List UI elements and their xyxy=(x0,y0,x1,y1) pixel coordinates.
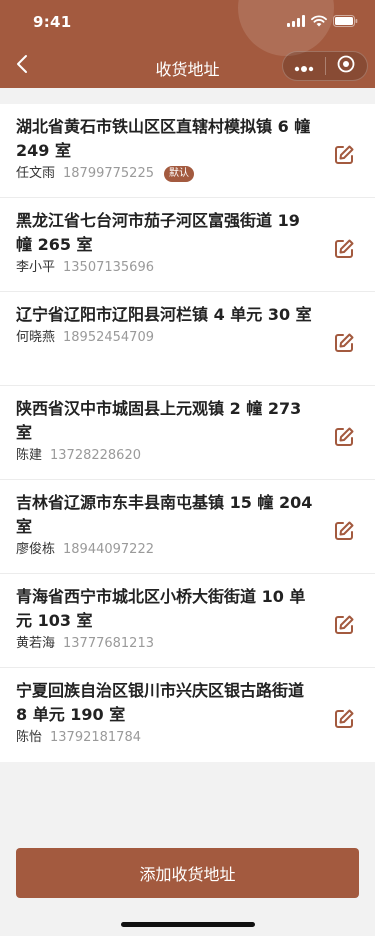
edit-icon xyxy=(333,709,355,734)
edit-icon xyxy=(333,615,355,640)
contact-info: 何晓燕 18952454709 xyxy=(16,330,315,346)
edit-icon xyxy=(333,427,355,452)
address-item[interactable]: 宁夏回族自治区银川市兴庆区银古路街道 8 单元 190 室 陈怡 1379218… xyxy=(0,668,375,762)
target-circle-icon xyxy=(337,55,355,77)
edit-icon xyxy=(333,333,355,358)
address-text: 青海省西宁市城北区小桥大街街道 10 单元 103 室 xyxy=(16,587,306,630)
contact-info: 陈建 13728228620 xyxy=(16,448,315,464)
contact-name: 廖俊栋 xyxy=(16,542,56,557)
contact-phone: 13777681213 xyxy=(63,636,154,651)
status-time: 9:41 xyxy=(33,13,72,31)
more-dots-icon xyxy=(294,57,314,76)
contact-info: 黄若海 13777681213 xyxy=(16,636,315,652)
status-icons xyxy=(287,14,358,27)
edit-address-button[interactable] xyxy=(333,238,355,260)
close-miniprogram-button[interactable] xyxy=(326,52,368,80)
nav-bar: 收货地址 xyxy=(0,44,375,88)
contact-info: 陈怡 13792181784 xyxy=(16,730,315,746)
edit-icon xyxy=(333,239,355,264)
home-indicator xyxy=(121,922,255,927)
contact-phone: 13507135696 xyxy=(63,260,154,275)
address-item[interactable]: 陕西省汉中市城固县上元观镇 2 幢 273 室 陈建 13728228620 xyxy=(0,386,375,480)
battery-icon xyxy=(333,12,358,31)
contact-phone: 18944097222 xyxy=(63,542,154,557)
address-item[interactable]: 辽宁省辽阳市辽阳县河栏镇 4 单元 30 室 何晓燕 18952454709 xyxy=(0,292,375,386)
address-item[interactable]: 吉林省辽源市东丰县南屯基镇 15 幢 204 室 廖俊栋 18944097222 xyxy=(0,480,375,574)
contact-phone: 13792181784 xyxy=(50,730,141,745)
address-item[interactable]: 黑龙江省七台河市茄子河区富强街道 19 幢 265 室 李小平 13507135… xyxy=(0,198,375,292)
default-badge: 默认 xyxy=(164,166,194,182)
contact-name: 何晓燕 xyxy=(16,330,56,345)
wifi-icon xyxy=(311,12,327,31)
status-bar: 9:41 xyxy=(0,0,375,44)
contact-phone: 18799775225 xyxy=(63,166,154,181)
more-button[interactable] xyxy=(283,52,325,80)
edit-address-button[interactable] xyxy=(333,520,355,542)
address-text: 湖北省黄石市铁山区区直辖村模拟镇 6 幢 249 室 xyxy=(16,117,311,160)
contact-name: 黄若海 xyxy=(16,636,56,651)
contact-info: 李小平 13507135696 xyxy=(16,260,315,276)
address-text: 陕西省汉中市城固县上元观镇 2 幢 273 室 xyxy=(16,399,302,442)
contact-info: 任文雨 18799775225 默认 xyxy=(16,166,315,182)
contact-name: 任文雨 xyxy=(16,166,56,181)
address-item[interactable]: 湖北省黄石市铁山区区直辖村模拟镇 6 幢 249 室 任文雨 187997752… xyxy=(0,104,375,198)
signal-icon xyxy=(287,12,305,31)
edit-address-button[interactable] xyxy=(333,332,355,354)
address-text: 吉林省辽源市东丰县南屯基镇 15 幢 204 室 xyxy=(16,493,313,536)
contact-phone: 13728228620 xyxy=(50,448,141,463)
miniprogram-capsule xyxy=(282,51,368,81)
address-text: 辽宁省辽阳市辽阳县河栏镇 4 单元 30 室 xyxy=(16,305,312,324)
edit-address-button[interactable] xyxy=(333,426,355,448)
contact-name: 陈怡 xyxy=(16,730,43,745)
header: 9:41 收货地址 xyxy=(0,0,375,88)
contact-name: 陈建 xyxy=(16,448,43,463)
address-item[interactable]: 青海省西宁市城北区小桥大街街道 10 单元 103 室 黄若海 13777681… xyxy=(0,574,375,668)
add-address-button[interactable]: 添加收货地址 xyxy=(16,848,359,898)
edit-address-button[interactable] xyxy=(333,708,355,730)
edit-icon xyxy=(333,145,355,170)
edit-address-button[interactable] xyxy=(333,144,355,166)
contact-phone: 18952454709 xyxy=(63,330,154,345)
contact-name: 李小平 xyxy=(16,260,56,275)
edit-icon xyxy=(333,521,355,546)
address-text: 宁夏回族自治区银川市兴庆区银古路街道 8 单元 190 室 xyxy=(16,681,305,724)
address-text: 黑龙江省七台河市茄子河区富强街道 19 幢 265 室 xyxy=(16,211,300,254)
edit-address-button[interactable] xyxy=(333,614,355,636)
contact-info: 廖俊栋 18944097222 xyxy=(16,542,315,558)
address-list: 湖北省黄石市铁山区区直辖村模拟镇 6 幢 249 室 任文雨 187997752… xyxy=(0,104,375,762)
